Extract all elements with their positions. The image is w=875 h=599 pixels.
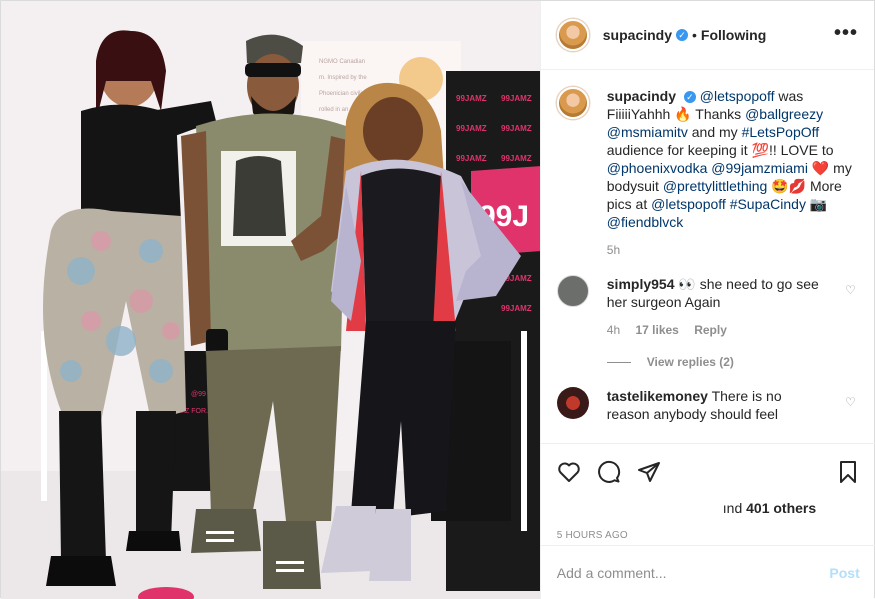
view-replies-label: View replies (2): [646, 355, 734, 369]
reply-button[interactable]: Reply: [694, 323, 727, 337]
backdrop-logo: 99JAMZ: [501, 304, 532, 313]
post-side-panel: supacindy ✓ • Following ••• supacindy ✓ …: [539, 1, 875, 599]
caption-meta: 5h: [607, 243, 857, 257]
header-separator: •: [692, 27, 697, 43]
add-comment-bar: Post: [540, 545, 875, 599]
commenter-username[interactable]: tastelikemoney: [607, 388, 708, 404]
hashtag-link[interactable]: #LetsPopOff: [742, 124, 820, 140]
comments-section[interactable]: supacindy ✓ @letspopoff was FiiiiiYahhh …: [541, 71, 875, 443]
author-username[interactable]: supacindy: [603, 27, 672, 43]
commenter-avatar[interactable]: [556, 387, 589, 419]
like-heart-icon[interactable]: [557, 460, 581, 484]
backdrop-logo: 99JAMZ: [501, 154, 532, 163]
backdrop-logo: 99JAMZ: [501, 124, 532, 133]
verified-badge-icon: ✓: [683, 91, 696, 103]
mention-link[interactable]: @phoenixvodka: [607, 160, 708, 176]
caption-fragment: and my: [687, 124, 742, 140]
add-comment-input[interactable]: [556, 564, 830, 581]
comment-text: simply954 👀 she need to go see her surge…: [607, 275, 827, 311]
caption-username[interactable]: supacindy: [607, 88, 676, 104]
comment-item: tastelikemoney There is no reason anybod…: [556, 387, 860, 423]
comment-like-heart-icon[interactable]: ♡: [845, 395, 856, 409]
view-replies-button[interactable]: View replies (2): [606, 355, 860, 369]
svg-text:@99: @99: [191, 391, 206, 398]
share-paper-plane-icon[interactable]: [637, 460, 661, 484]
comment-likes[interactable]: 17 likes: [635, 323, 678, 337]
mention-link[interactable]: @prettylittlething: [663, 178, 767, 194]
caption-fragment: 📷: [805, 196, 828, 212]
comment-meta: 4h 17 likes Reply: [607, 323, 827, 337]
post-actions: ınd 401 others 5 HOURS AGO: [540, 443, 875, 545]
caption-avatar[interactable]: [556, 87, 589, 119]
mention-link[interactable]: @letspopoff: [651, 196, 726, 212]
likes-count[interactable]: 401 others: [746, 500, 816, 516]
mention-link[interactable]: @99jamzmiami: [711, 160, 808, 176]
post-header: supacindy ✓ • Following •••: [540, 1, 874, 70]
mention-link[interactable]: @letspopoff: [700, 88, 775, 104]
following-button[interactable]: Following: [701, 27, 766, 43]
photo-illustration: NGMO Canadian m. Inspired by the Phoenic…: [1, 1, 540, 599]
backdrop-logo: 99JAMZ: [456, 94, 487, 103]
post-timestamp[interactable]: 5 HOURS AGO: [557, 530, 860, 541]
caption-age[interactable]: 5h: [607, 243, 620, 257]
comment-item: simply954 👀 she need to go see her surge…: [556, 275, 860, 337]
mention-link[interactable]: @msmiamitv: [607, 124, 688, 140]
commenter-username[interactable]: simply954: [607, 276, 675, 292]
instagram-post: NGMO Canadian m. Inspired by the Phoenic…: [0, 0, 875, 599]
likes-summary[interactable]: ınd 401 others: [557, 500, 860, 518]
caption: supacindy ✓ @letspopoff was FiiiiiYahhh …: [556, 87, 860, 257]
comment-bubble-icon[interactable]: [597, 460, 621, 484]
save-bookmark-icon[interactable]: [836, 460, 860, 484]
author-avatar[interactable]: [556, 19, 589, 51]
caption-text: supacindy ✓ @letspopoff was FiiiiiYahhh …: [607, 87, 857, 231]
likes-prefix: ınd: [722, 500, 743, 516]
divider-line: [606, 361, 631, 363]
post-comment-button[interactable]: Post: [829, 565, 859, 581]
comment-age[interactable]: 4h: [607, 323, 620, 337]
commenter-avatar[interactable]: [556, 275, 589, 307]
action-icons: [557, 452, 860, 492]
backdrop-logo: 99JAMZ: [501, 94, 532, 103]
verified-badge-icon: ✓: [676, 29, 689, 41]
caption-fragment: audience for keeping it 💯!! LOVE to: [606, 142, 834, 158]
backdrop-logo: 99JAMZ: [456, 124, 487, 133]
comment-text: tastelikemoney There is no reason anybod…: [607, 387, 827, 423]
comment-like-heart-icon[interactable]: ♡: [845, 283, 856, 297]
backdrop-logo: 99JAMZ: [456, 154, 487, 163]
post-photo[interactable]: NGMO Canadian m. Inspired by the Phoenic…: [1, 1, 540, 599]
mention-link[interactable]: @ballgreezy: [745, 106, 823, 122]
hashtag-link[interactable]: #SupaCindy: [730, 196, 806, 212]
more-options-icon[interactable]: •••: [834, 23, 858, 43]
svg-text:m. Inspired by the: m. Inspired by the: [319, 75, 367, 81]
svg-text:NGMO Canadian: NGMO Canadian: [319, 59, 365, 65]
mention-link[interactable]: @fiendblvck: [607, 214, 683, 230]
